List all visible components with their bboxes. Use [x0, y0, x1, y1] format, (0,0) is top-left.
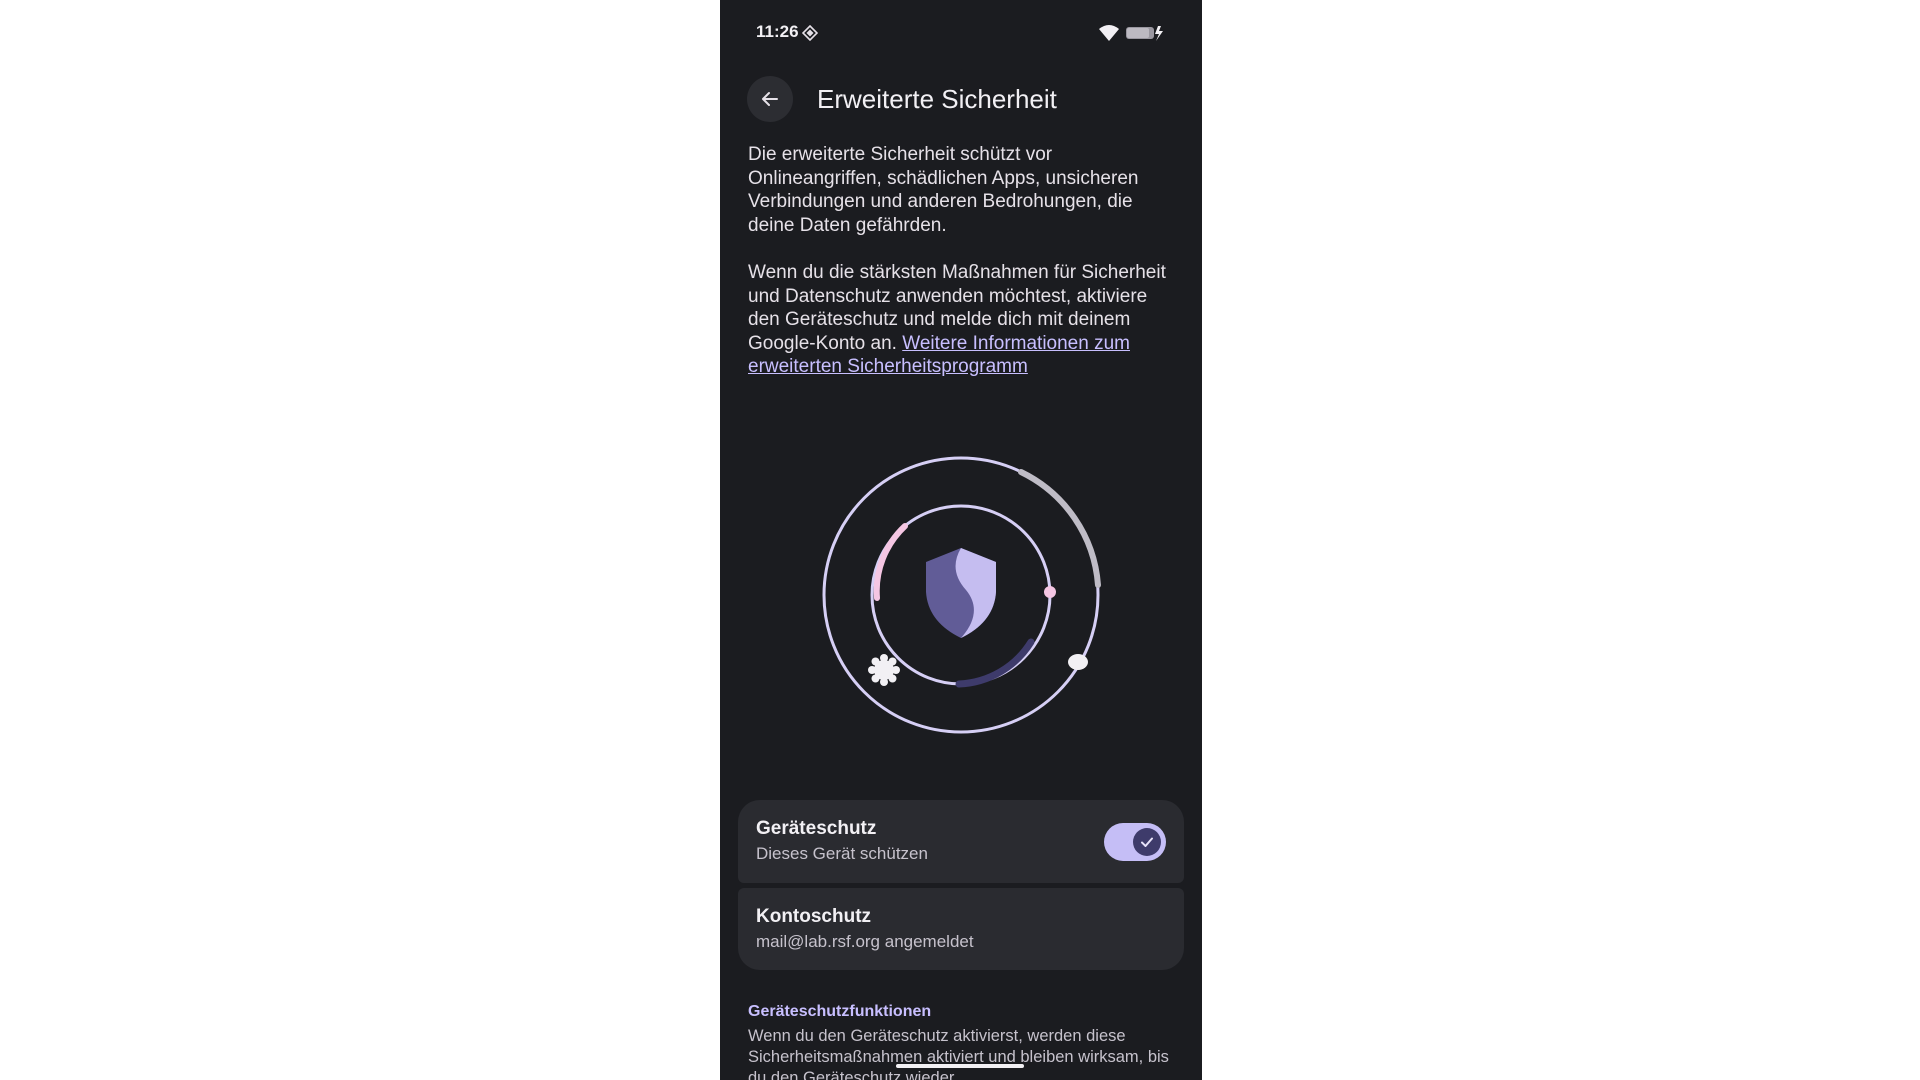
- device-protection-toggle[interactable]: [1104, 823, 1166, 861]
- shield-icon: [926, 548, 996, 638]
- device-protection-subtitle: Dieses Gerät schützen: [756, 844, 928, 863]
- device-protection-card[interactable]: Geräteschutz Dieses Gerät schützen: [738, 800, 1184, 883]
- arrow-left-icon: [762, 92, 778, 106]
- pink-dot: [1044, 586, 1056, 598]
- page-title: Erweiterte Sicherheit: [817, 84, 1057, 114]
- phone-screen: 11:26 Erweiterte Sicherheit Die erweiter…: [720, 0, 1202, 1080]
- account-protection-card[interactable]: Kontoschutz mail@lab.rsf.org angemeldet: [738, 888, 1184, 970]
- status-time: 11:26: [756, 22, 799, 41]
- pink-arc: [873, 523, 908, 601]
- features-body: Wenn du den Geräteschutz aktivierst, wer…: [748, 1027, 1169, 1080]
- home-indicator[interactable]: [896, 1064, 1024, 1068]
- features-title: Geräteschutzfunktionen: [748, 1003, 932, 1020]
- back-button[interactable]: [747, 76, 793, 122]
- account-protection-title: Kontoschutz: [756, 906, 872, 927]
- toggle-knob: [1133, 828, 1161, 856]
- account-protection-subtitle: mail@lab.rsf.org angemeldet: [756, 932, 974, 951]
- wifi-icon: [1099, 25, 1119, 41]
- diamond-icon: [802, 25, 818, 41]
- security-illustration: [822, 456, 1101, 734]
- sun-icon: [868, 654, 900, 686]
- white-dot: [1068, 654, 1088, 670]
- intro-paragraph-2: Wenn du die stärksten Maßnahmen für Sich…: [748, 261, 1168, 379]
- check-icon: [1141, 837, 1153, 847]
- device-protection-title: Geräteschutz: [756, 818, 877, 839]
- battery-charging-icon: [1126, 26, 1163, 41]
- intro-paragraph: Die erweiterte Sicherheit schützt vor On…: [748, 144, 1139, 236]
- status-bar: 11:26: [720, 0, 1202, 66]
- outer-arc: [1018, 469, 1101, 588]
